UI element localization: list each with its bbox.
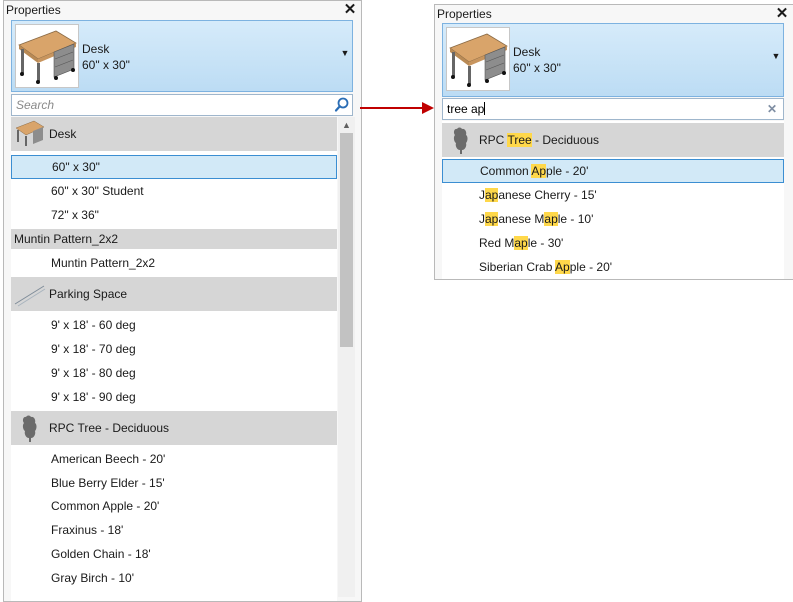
panel-titlebar: Properties ✕ (435, 5, 793, 23)
chevron-up-icon[interactable]: ▲ (338, 117, 355, 133)
list-item-parking-60[interactable]: 9' x 18' - 60 deg (11, 313, 337, 337)
desk-icon (14, 118, 46, 150)
list-item-parking-80[interactable]: 9' x 18' - 80 deg (11, 361, 337, 385)
family-label-tree: RPC Tree - Deciduous (49, 421, 170, 435)
list-item-tree-gray-birch[interactable]: Gray Birch - 10' (11, 566, 337, 590)
list-item-label: Japanese Cherry - 15' (479, 188, 597, 202)
list-item-parking-90[interactable]: 9' x 18' - 90 deg (11, 385, 337, 409)
close-icon[interactable]: ✕ (343, 1, 357, 19)
list-item-label: Japanese Maple - 10' (479, 212, 594, 226)
list-item-desk-60x30-student[interactable]: 60" x 30" Student (11, 179, 337, 203)
list-scrollbar[interactable]: ▲ (338, 117, 355, 597)
result-item-red-maple[interactable]: Red Maple - 30' (442, 231, 784, 255)
text-caret (484, 102, 486, 115)
desk-thumbnail (446, 27, 510, 91)
parking-space-icon (14, 278, 46, 310)
list-item-desk-72x36[interactable]: 72" x 36" (11, 203, 337, 227)
search-input[interactable] (12, 95, 334, 115)
chevron-down-icon[interactable]: ▼ (770, 50, 782, 62)
tree-icon (14, 412, 46, 444)
family-label-muntin: Muntin Pattern_2x2 (14, 232, 119, 246)
family-row-muntin: Muntin Pattern_2x2 (11, 229, 337, 249)
family-label-parking: Parking Space (49, 287, 128, 301)
list-item-muntin[interactable]: Muntin Pattern_2x2 (11, 251, 337, 275)
list-item-tree-blueberry[interactable]: Blue Berry Elder - 15' (11, 471, 337, 495)
properties-panel-right: Properties ✕ Desk 60" x 30" ▼ tree ap ✕ … (434, 4, 793, 280)
list-item-label: Common Apple - 20' (480, 164, 589, 178)
type-selector[interactable]: Desk 60" x 30" ▼ (442, 23, 784, 97)
tree-icon (445, 124, 477, 156)
search-box[interactable] (11, 94, 353, 116)
panel-title: Properties (6, 3, 61, 17)
list-item-tree-beech[interactable]: American Beech - 20' (11, 447, 337, 471)
search-box[interactable]: tree ap ✕ (442, 98, 784, 120)
arrow-right-icon (360, 102, 434, 114)
list-item-label: Gray Birch - 10' (51, 571, 134, 585)
chevron-down-icon[interactable]: ▼ (339, 47, 351, 59)
list-item-label: 60" x 30" Student (51, 184, 144, 198)
scrollbar-thumb[interactable] (340, 133, 353, 347)
list-item-label: 60" x 30" (52, 160, 100, 174)
result-item-japanese-maple[interactable]: Japanese Maple - 10' (442, 207, 784, 231)
list-item-label: Fraxinus - 18' (51, 523, 124, 537)
panel-title: Properties (437, 7, 492, 21)
result-item-common-apple[interactable]: Common Apple - 20' (442, 159, 784, 183)
list-item-label: 9' x 18' - 70 deg (51, 342, 136, 356)
desk-thumbnail (15, 24, 79, 88)
family-label-tree: RPC Tree - Deciduous (479, 133, 600, 147)
list-item-label: Golden Chain - 18' (51, 547, 151, 561)
list-item-label: Siberian Crab Apple - 20' (479, 260, 613, 274)
list-item-label: 72" x 36" (51, 208, 99, 222)
family-row-tree: RPC Tree - Deciduous (11, 411, 337, 445)
list-item-desk-60x30[interactable]: 60" x 30" (11, 155, 337, 179)
family-row-tree: RPC Tree - Deciduous (442, 123, 784, 157)
list-item-label: Blue Berry Elder - 15' (51, 476, 165, 490)
result-item-siberian-crab-apple[interactable]: Siberian Crab Apple - 20' (442, 255, 784, 279)
search-results-list: RPC Tree - Deciduous Common Apple - 20' … (442, 121, 784, 279)
list-item-label: Red Maple - 30' (479, 236, 564, 250)
list-item-label: American Beech - 20' (51, 452, 166, 466)
clear-icon[interactable]: ✕ (765, 100, 779, 118)
list-item-parking-70[interactable]: 9' x 18' - 70 deg (11, 337, 337, 361)
panel-titlebar: Properties ✕ (4, 1, 361, 19)
list-item-tree-apple[interactable]: Common Apple - 20' (11, 494, 337, 518)
type-family-name: Desk (82, 42, 110, 56)
list-item-label: Common Apple - 20' (51, 499, 160, 513)
search-icon[interactable] (333, 96, 351, 114)
list-item-label: 9' x 18' - 60 deg (51, 318, 136, 332)
properties-panel-left: Properties ✕ Desk 60" x 30" ▼ Search Des… (3, 0, 362, 602)
family-row-parking: Parking Space (11, 277, 337, 311)
search-input[interactable]: tree ap (447, 102, 486, 116)
result-item-japanese-cherry[interactable]: Japanese Cherry - 15' (442, 183, 784, 207)
family-row-desk: Desk (11, 117, 337, 151)
type-size-name: 60" x 30" (82, 58, 130, 72)
list-item-tree-fraxinus[interactable]: Fraxinus - 18' (11, 518, 337, 542)
list-item-label: Muntin Pattern_2x2 (51, 256, 156, 270)
list-item-label: 9' x 18' - 80 deg (51, 366, 136, 380)
family-label-desk: Desk (49, 127, 77, 141)
search-value: tree ap (447, 102, 485, 116)
type-family-name: Desk (513, 45, 541, 59)
close-icon[interactable]: ✕ (775, 5, 789, 23)
type-list: Desk 60" x 30" 60" x 30" Student 72" x 3… (11, 117, 337, 601)
type-size-name: 60" x 30" (513, 61, 561, 75)
list-item-tree-golden-chain[interactable]: Golden Chain - 18' (11, 542, 337, 566)
list-item-label: 9' x 18' - 90 deg (51, 390, 136, 404)
type-selector[interactable]: Desk 60" x 30" ▼ (11, 20, 353, 92)
